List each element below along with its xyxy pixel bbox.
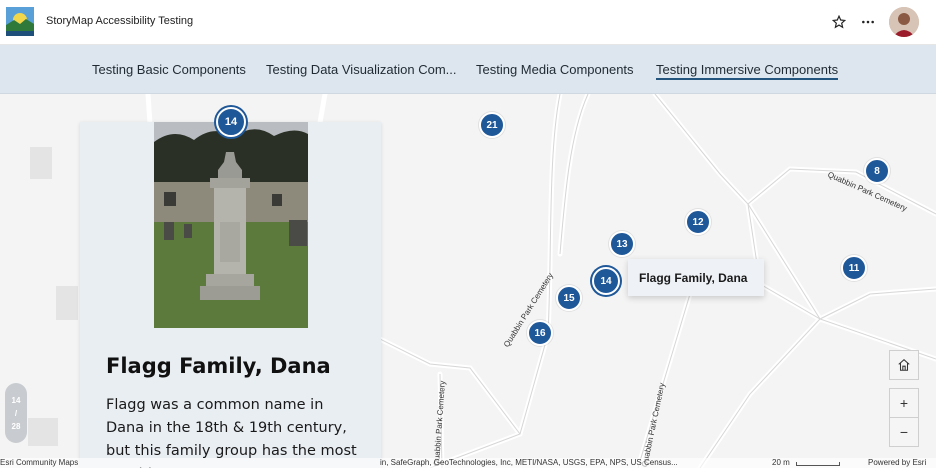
app-logo[interactable] — [6, 7, 34, 36]
section-navigation: Testing Basic Components Testing Data Vi… — [0, 45, 936, 94]
card-body-text: Flagg was a common name in Dana in the 1… — [106, 397, 357, 468]
story-progress-indicator: 14 / 28 — [5, 383, 27, 443]
home-button[interactable] — [889, 350, 919, 380]
map-cluster-marker-selected[interactable]: 14 — [216, 107, 246, 137]
map-attribution: Esri Community Maps in, SafeGraph, GeoTe… — [0, 458, 936, 468]
progress-total: 28 — [11, 421, 21, 431]
map-cluster-marker[interactable]: 16 — [527, 320, 553, 346]
more-horizontal-icon[interactable] — [858, 12, 878, 32]
gravestone-photo — [154, 122, 308, 328]
app-title: StoryMap Accessibility Testing — [46, 15, 194, 27]
scale-bar-label: 20 m — [772, 458, 790, 467]
nav-item-immersive-components[interactable]: Testing Immersive Components — [656, 62, 839, 80]
app-header: StoryMap Accessibility Testing — [0, 0, 936, 45]
powered-by-esri-link[interactable]: Powered by Esri — [868, 458, 926, 467]
scale-bar — [796, 462, 840, 466]
map-cluster-marker[interactable]: 8 — [864, 158, 890, 184]
nav-item-basic-components[interactable]: Testing Basic Components — [92, 62, 246, 77]
card-title: Flagg Family, Dana — [106, 354, 331, 378]
home-icon — [898, 359, 910, 371]
story-card: Flagg Family, Dana Flagg was a common na… — [80, 122, 381, 468]
attribution-sources: in, SafeGraph, GeoTechnologies, Inc, MET… — [380, 458, 678, 467]
attribution-left[interactable]: Esri Community Maps — [0, 458, 78, 467]
map-cluster-marker[interactable]: 12 — [685, 209, 711, 235]
nav-item-media-components[interactable]: Testing Media Components — [476, 62, 634, 77]
map-popup: Flagg Family, Dana — [628, 259, 764, 296]
star-icon[interactable] — [829, 12, 849, 32]
nav-item-data-visualization[interactable]: Testing Data Visualization Com... — [266, 62, 457, 77]
zoom-in-button[interactable]: + — [889, 388, 919, 418]
zoom-out-button[interactable]: − — [889, 417, 919, 447]
map-cluster-marker[interactable]: 15 — [556, 285, 582, 311]
progress-separator: / — [14, 408, 18, 418]
map-cluster-marker-selected[interactable]: 14 — [592, 267, 620, 295]
map-cluster-marker[interactable]: 11 — [841, 255, 867, 281]
map-cluster-marker[interactable]: 21 — [479, 112, 505, 138]
map-cluster-marker[interactable]: 13 — [609, 231, 635, 257]
user-avatar[interactable] — [889, 7, 919, 37]
progress-current: 14 — [11, 395, 21, 405]
